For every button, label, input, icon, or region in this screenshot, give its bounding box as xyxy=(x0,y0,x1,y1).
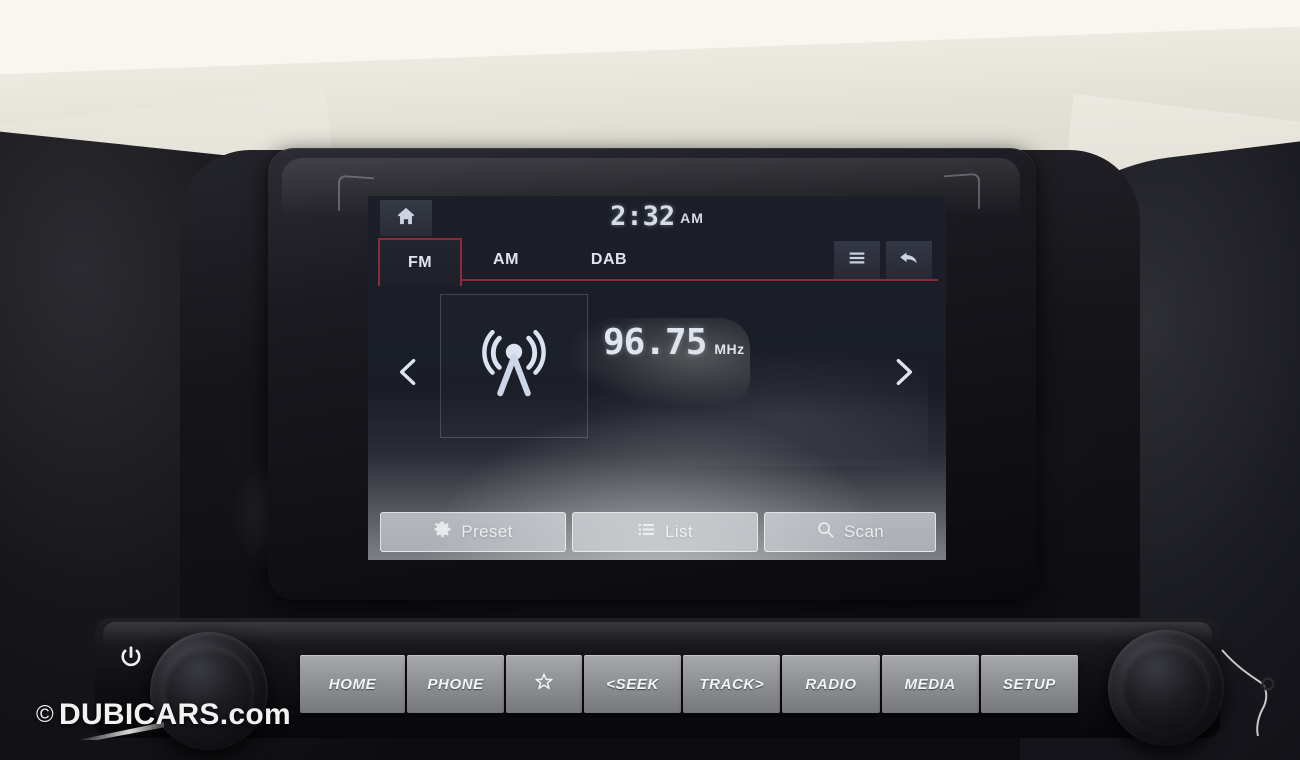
hardware-button-media[interactable]: MEDIA xyxy=(881,655,979,713)
soft-button-bar: Preset List Scan xyxy=(368,512,946,552)
tab-dab-label: DAB xyxy=(590,251,628,268)
hardware-button-radio[interactable]: RADIO xyxy=(782,655,880,713)
next-station-button[interactable] xyxy=(884,342,924,406)
list-button-label: List xyxy=(664,522,694,541)
hardware-button-strip: HOME PHONE <SEEK TRACK> RADIO MEDIA SETU… xyxy=(300,655,1080,713)
tab-bar: FM AM DAB xyxy=(368,238,946,286)
star-icon xyxy=(534,672,554,696)
tab-accent-underline xyxy=(378,279,938,281)
hardware-button-home[interactable]: HOME xyxy=(300,655,405,713)
station-logo-tile xyxy=(440,294,588,438)
back-arrow-icon xyxy=(897,246,921,275)
tab-am-label: AM xyxy=(493,251,519,268)
frequency-value: 96.75 xyxy=(603,322,707,363)
scan-button-label: Scan xyxy=(843,522,885,541)
hardware-button-seek-label: <SEEK xyxy=(606,675,659,693)
list-button[interactable]: List xyxy=(572,512,758,552)
preset-button-label: Preset xyxy=(461,522,513,541)
hardware-button-home-label: HOME xyxy=(328,675,377,693)
tab-fm[interactable]: FM xyxy=(378,238,462,286)
status-bar: 2:32 AM xyxy=(368,196,946,238)
clock: 2:32 AM xyxy=(368,201,946,232)
bezel-notch-right xyxy=(944,172,980,212)
hardware-button-setup[interactable]: SETUP xyxy=(980,655,1079,713)
power-icon xyxy=(118,645,144,671)
scan-button[interactable]: Scan xyxy=(764,512,936,552)
gear-icon xyxy=(433,520,452,544)
frequency-unit: MHz xyxy=(714,341,745,357)
hardware-button-phone[interactable]: PHONE xyxy=(406,655,505,713)
frequency-display: 96.75 MHz xyxy=(603,322,745,363)
tune-knob[interactable] xyxy=(1108,630,1224,746)
radio-broadcast-antenna-icon xyxy=(471,321,557,412)
menu-button[interactable] xyxy=(834,241,880,279)
power-volume-knob[interactable] xyxy=(150,632,268,750)
hardware-button-seek[interactable]: <SEEK xyxy=(584,655,682,713)
chevron-right-icon xyxy=(887,348,921,401)
hanging-tag-wire xyxy=(1218,648,1288,738)
clock-meridiem: AM xyxy=(680,210,704,226)
back-button[interactable] xyxy=(886,241,932,279)
hardware-button-radio-label: RADIO xyxy=(805,675,857,693)
preset-button[interactable]: Preset xyxy=(380,512,566,552)
tab-fm-label: FM xyxy=(407,254,433,271)
hardware-button-track-label: TRACK> xyxy=(699,675,765,693)
screenshot-root: 2:32 AM FM AM DAB 96.75 MHz Preset List … xyxy=(0,0,1300,760)
tab-dab[interactable]: DAB xyxy=(566,238,652,282)
tab-am[interactable]: AM xyxy=(466,238,546,282)
station-display: 96.75 MHz xyxy=(368,284,946,474)
infotainment-screen[interactable]: 2:32 AM FM AM DAB 96.75 MHz Preset List … xyxy=(368,196,946,560)
hamburger-menu-icon xyxy=(846,247,868,274)
hardware-button-setup-label: SETUP xyxy=(1002,675,1056,693)
hardware-button-media-label: MEDIA xyxy=(904,675,956,693)
hardware-button-phone-label: PHONE xyxy=(427,675,484,693)
search-icon xyxy=(816,520,835,544)
hardware-panel-gloss xyxy=(103,622,1212,644)
hardware-button-favorite[interactable] xyxy=(506,655,582,713)
list-icon xyxy=(637,520,656,544)
previous-station-button[interactable] xyxy=(388,342,428,406)
watermark-text: DUBICARS.com xyxy=(58,698,291,731)
watermark-copyright: © xyxy=(36,701,54,728)
chevron-left-icon xyxy=(391,348,425,401)
hardware-button-track[interactable]: TRACK> xyxy=(683,655,781,713)
clock-time: 2:32 xyxy=(610,201,676,232)
